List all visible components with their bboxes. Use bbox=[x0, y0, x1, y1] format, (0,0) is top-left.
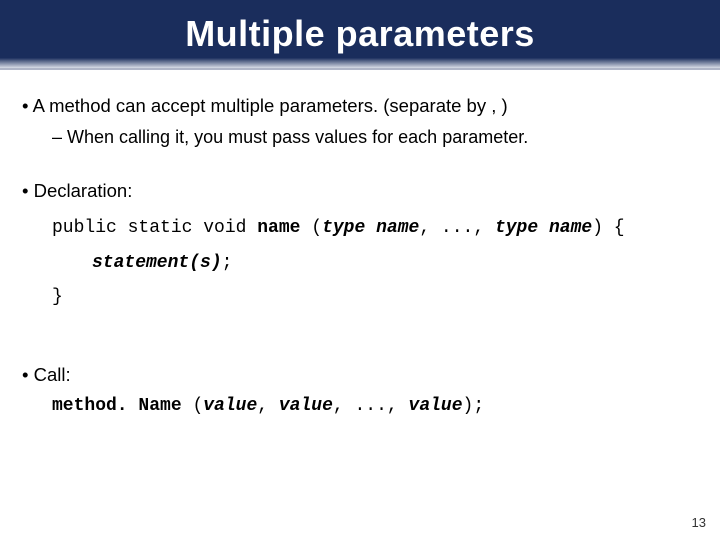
decl-prefix: public static void bbox=[52, 218, 257, 238]
decl-name1: name bbox=[376, 218, 419, 238]
decl-name2: name bbox=[549, 218, 592, 238]
declaration-syntax: public static void name (type name, ...,… bbox=[52, 216, 698, 240]
declaration-close: } bbox=[52, 285, 698, 309]
slide-title-bar: Multiple parameters bbox=[0, 0, 720, 70]
call-method: method. Name bbox=[52, 396, 192, 416]
sub-bullet-1: When calling it, you must pass values fo… bbox=[52, 125, 698, 149]
stmt: statement(s) bbox=[92, 253, 222, 273]
decl-name: name bbox=[257, 218, 300, 238]
decl-type1: type bbox=[322, 218, 365, 238]
decl-brace: { bbox=[603, 218, 625, 238]
call-value2: value bbox=[279, 396, 333, 416]
call-value3: value bbox=[409, 396, 463, 416]
bullet-3: Call: bbox=[22, 363, 698, 388]
slide-body: A method can accept multiple parameters.… bbox=[0, 70, 720, 418]
call-syntax: method. Name (value, value, ..., value); bbox=[52, 394, 698, 418]
slide-title: Multiple parameters bbox=[185, 13, 535, 55]
decl-close: ) bbox=[592, 218, 603, 238]
call-value1: value bbox=[203, 396, 257, 416]
page-number: 13 bbox=[692, 515, 706, 530]
decl-open: ( bbox=[300, 218, 322, 238]
declaration-body: statement(s); bbox=[92, 249, 698, 275]
bullet-1: A method can accept multiple parameters.… bbox=[22, 94, 698, 119]
bullet-2: Declaration: bbox=[22, 179, 698, 204]
decl-type2: type bbox=[495, 218, 538, 238]
